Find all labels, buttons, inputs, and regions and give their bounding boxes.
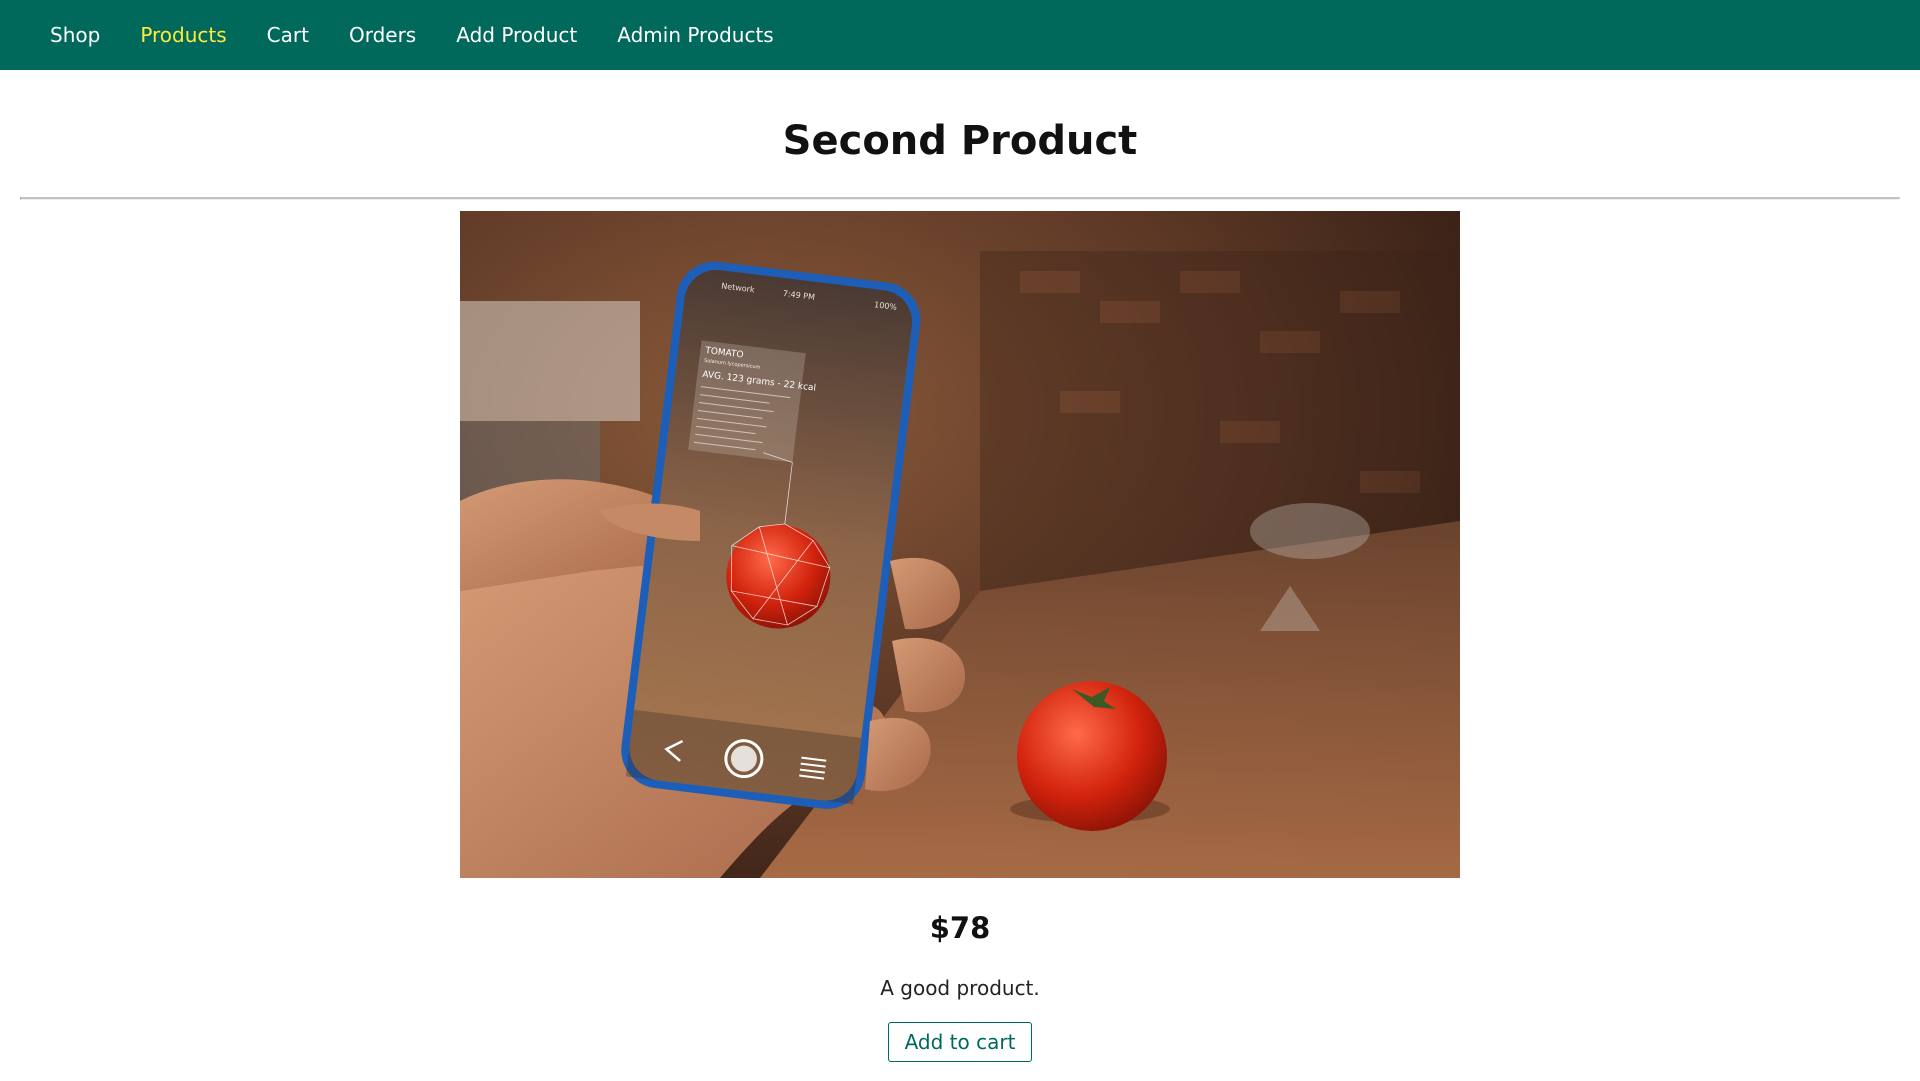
page-title: Second Product (782, 118, 1138, 164)
product-price: $78 (929, 911, 991, 945)
main-nav: Shop Products Cart Orders Add Product Ad… (0, 0, 1920, 70)
nav-item-orders[interactable]: Orders (349, 0, 416, 70)
nav-item-admin-products[interactable]: Admin Products (617, 0, 773, 70)
product-image: Network 7:49 PM 100% TOMATO Solanum lyco… (460, 211, 1460, 878)
add-to-cart-button[interactable]: Add to cart (888, 1022, 1032, 1062)
main-header: Shop Products Cart Orders Add Product Ad… (0, 0, 1920, 70)
divider (20, 197, 1900, 200)
nav-item-add-product[interactable]: Add Product (456, 0, 577, 70)
product-description: A good product. (880, 976, 1040, 1000)
nav-item-cart[interactable]: Cart (267, 0, 309, 70)
nav-item-products[interactable]: Products (140, 0, 226, 70)
product-photo: Network 7:49 PM 100% TOMATO Solanum lyco… (460, 211, 1460, 878)
nav-item-shop[interactable]: Shop (50, 0, 100, 70)
